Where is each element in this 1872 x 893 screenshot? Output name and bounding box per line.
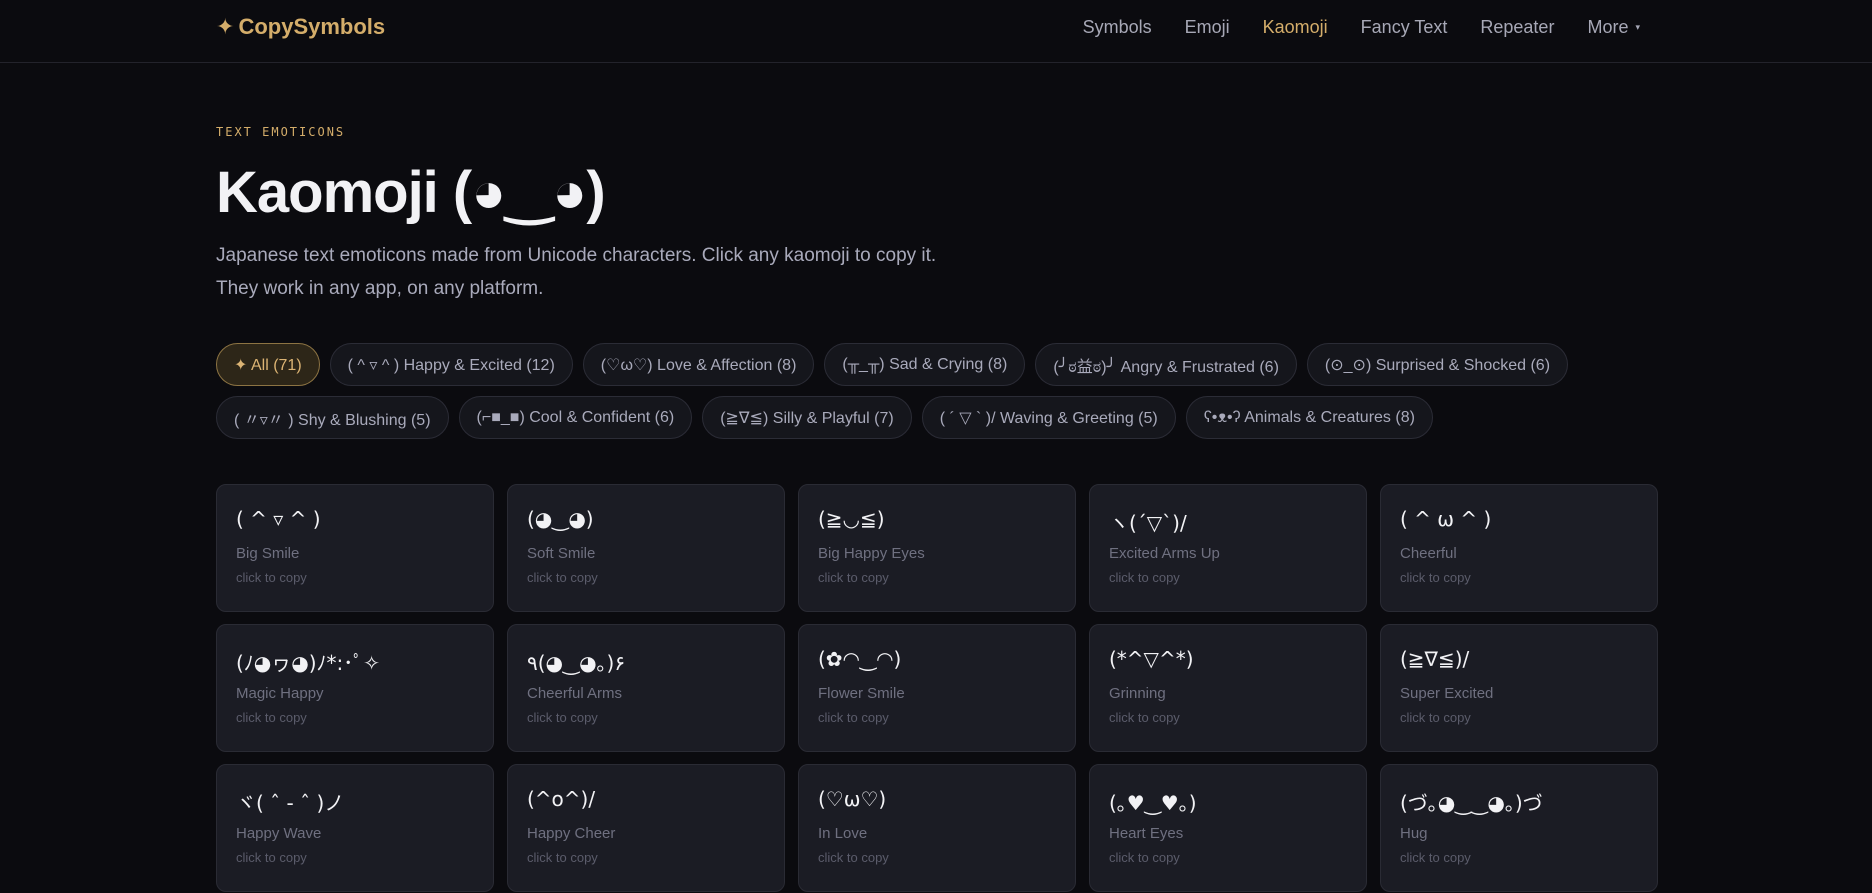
copy-hint: click to copy bbox=[818, 570, 889, 585]
page-eyebrow: TEXT EMOTICONS bbox=[216, 125, 346, 139]
nav-item-emoji[interactable]: Emoji bbox=[1185, 17, 1230, 38]
kaomoji-face: (ﾉ◕ヮ◕)ﾉ*:･ﾟ✧ bbox=[236, 651, 381, 675]
kaomoji-card[interactable]: (✿◠‿◠) Flower Smile click to copy bbox=[798, 624, 1076, 752]
filter-chip[interactable]: ( ^ ▿ ^ ) Happy & Excited (12) bbox=[329, 343, 573, 386]
kaomoji-face: (♡ω♡) bbox=[818, 787, 887, 811]
kaomoji-card[interactable]: (ﾉ◕ヮ◕)ﾉ*:･ﾟ✧ Magic Happy click to copy bbox=[216, 624, 494, 752]
kaomoji-card[interactable]: ( ^ ▿ ^ ) Big Smile click to copy bbox=[216, 484, 494, 612]
kaomoji-face: (*^▽^*) bbox=[1109, 647, 1194, 671]
copy-hint: click to copy bbox=[1400, 850, 1471, 865]
top-nav: ✦ CopySymbols Symbols Emoji Kaomoji Fancy… bbox=[0, 0, 1872, 63]
kaomoji-card[interactable]: (♡ω♡) In Love click to copy bbox=[798, 764, 1076, 892]
kaomoji-name: Cheerful Arms bbox=[527, 685, 623, 702]
filter-chip[interactable]: (╯ಠ益ಠ)╯ Angry & Frustrated (6) bbox=[1035, 343, 1297, 386]
kaomoji-card[interactable]: ヽ(´▽`)/ Excited Arms Up click to copy bbox=[1089, 484, 1367, 612]
copy-hint: click to copy bbox=[1109, 850, 1180, 865]
kaomoji-card[interactable]: (◕‿◕) Soft Smile click to copy bbox=[507, 484, 785, 612]
kaomoji-face: (^o^)/ bbox=[527, 787, 596, 811]
nav-item-fancy-text[interactable]: Fancy Text bbox=[1361, 17, 1448, 38]
copy-hint: click to copy bbox=[527, 570, 598, 585]
filter-chip[interactable]: (≧∇≦) Silly & Playful (7) bbox=[702, 396, 912, 439]
page-description: Japanese text emoticons made from Unicod… bbox=[216, 245, 937, 299]
filter-chip-all[interactable]: ✦ All (71) bbox=[216, 343, 320, 386]
kaomoji-name: Hug bbox=[1400, 825, 1428, 842]
nav-item-symbols[interactable]: Symbols bbox=[1083, 17, 1152, 38]
kaomoji-name: Cheerful bbox=[1400, 545, 1457, 562]
kaomoji-face: ( ^ ω ^ ) bbox=[1400, 507, 1492, 531]
kaomoji-card[interactable]: (づ｡◕‿‿◕｡)づ Hug click to copy bbox=[1380, 764, 1658, 892]
filter-chip[interactable]: (♡ω♡) Love & Affection (8) bbox=[582, 343, 815, 386]
kaomoji-card[interactable]: (≧∇≦)/ Super Excited click to copy bbox=[1380, 624, 1658, 752]
kaomoji-grid: ( ^ ▿ ^ ) Big Smile click to copy (◕‿◕) Soft… bbox=[216, 484, 1658, 892]
filter-chip[interactable]: (⊙_⊙) Surprised & Shocked (6) bbox=[1306, 343, 1569, 386]
kaomoji-card[interactable]: ( ^ ω ^ ) Cheerful click to copy bbox=[1380, 484, 1658, 612]
kaomoji-name: Flower Smile bbox=[818, 685, 905, 702]
kaomoji-name: Excited Arms Up bbox=[1109, 545, 1220, 562]
chevron-down-icon: ▾ bbox=[1635, 22, 1640, 32]
brand-logo[interactable]: ✦ CopySymbols bbox=[216, 14, 385, 40]
sparkle-icon: ✦ bbox=[216, 14, 235, 39]
copy-hint: click to copy bbox=[818, 850, 889, 865]
kaomoji-card[interactable]: (^o^)/ Happy Cheer click to copy bbox=[507, 764, 785, 892]
kaomoji-name: In Love bbox=[818, 825, 868, 842]
copy-hint: click to copy bbox=[1400, 710, 1471, 725]
copy-hint: click to copy bbox=[236, 710, 307, 725]
kaomoji-name: Soft Smile bbox=[527, 545, 596, 562]
filter-chip[interactable]: ʕ•ᴥ•ʔ Animals & Creatures (8) bbox=[1185, 396, 1433, 439]
kaomoji-name: Happy Wave bbox=[236, 825, 322, 842]
copy-hint: click to copy bbox=[1400, 570, 1471, 585]
nav-menu: Symbols Emoji Kaomoji Fancy Text Repeate… bbox=[1083, 17, 1640, 38]
kaomoji-card[interactable]: (≧◡≦) Big Happy Eyes click to copy bbox=[798, 484, 1076, 612]
kaomoji-card[interactable]: ٩(◕‿◕｡)۶ Cheerful Arms click to copy bbox=[507, 624, 785, 752]
copy-hint: click to copy bbox=[527, 850, 598, 865]
kaomoji-name: Super Excited bbox=[1400, 685, 1494, 702]
kaomoji-card[interactable]: (｡♥‿♥｡) Heart Eyes click to copy bbox=[1089, 764, 1367, 892]
kaomoji-face: (◕‿◕) bbox=[527, 507, 594, 531]
kaomoji-name: Big Smile bbox=[236, 545, 300, 562]
filter-chip[interactable]: ( ´ ▽ ` )/ Waving & Greeting (5) bbox=[921, 396, 1176, 439]
nav-item-repeater[interactable]: Repeater bbox=[1480, 17, 1554, 38]
brand-name: CopySymbols bbox=[238, 14, 386, 39]
copy-hint: click to copy bbox=[236, 850, 307, 865]
copy-hint: click to copy bbox=[818, 710, 889, 725]
page-title: Kaomoji (◕‿◕) bbox=[216, 160, 606, 225]
kaomoji-face: (✿◠‿◠) bbox=[818, 647, 902, 671]
kaomoji-name: Heart Eyes bbox=[1109, 825, 1184, 842]
kaomoji-name: Happy Cheer bbox=[527, 825, 616, 842]
nav-more-label: More bbox=[1587, 17, 1629, 37]
kaomoji-name: Magic Happy bbox=[236, 685, 324, 702]
copy-hint: click to copy bbox=[236, 570, 307, 585]
nav-item-kaomoji[interactable]: Kaomoji bbox=[1263, 17, 1328, 38]
copy-hint: click to copy bbox=[1109, 710, 1180, 725]
filter-chip[interactable]: (╥_╥) Sad & Crying (8) bbox=[824, 343, 1026, 386]
kaomoji-face: ヾ( ˆ - ˆ )ノ bbox=[236, 791, 345, 815]
kaomoji-card[interactable]: (*^▽^*) Grinning click to copy bbox=[1089, 624, 1367, 752]
filter-chip[interactable]: (⌐■_■) Cool & Confident (6) bbox=[458, 396, 693, 439]
copy-hint: click to copy bbox=[527, 710, 598, 725]
copy-hint: click to copy bbox=[1109, 570, 1180, 585]
kaomoji-card[interactable]: ヾ( ˆ - ˆ )ノ Happy Wave click to copy bbox=[216, 764, 494, 892]
kaomoji-face: (｡♥‿♥｡) bbox=[1109, 791, 1197, 815]
category-filters: ✦ All (71)( ^ ▿ ^ ) Happy & Excited (12)… bbox=[216, 343, 1656, 439]
nav-item-more[interactable]: More ▾ bbox=[1587, 17, 1640, 38]
kaomoji-face: ٩(◕‿◕｡)۶ bbox=[527, 651, 626, 675]
filter-chip[interactable]: ( 〃▿〃 ) Shy & Blushing (5) bbox=[216, 396, 449, 439]
kaomoji-name: Grinning bbox=[1109, 685, 1166, 702]
kaomoji-name: Big Happy Eyes bbox=[818, 545, 925, 562]
kaomoji-face: (≧◡≦) bbox=[818, 507, 885, 531]
kaomoji-face: ( ^ ▿ ^ ) bbox=[236, 507, 321, 531]
kaomoji-face: (≧∇≦)/ bbox=[1400, 647, 1470, 671]
kaomoji-face: (づ｡◕‿‿◕｡)づ bbox=[1400, 791, 1543, 815]
kaomoji-face: ヽ(´▽`)/ bbox=[1109, 511, 1187, 535]
